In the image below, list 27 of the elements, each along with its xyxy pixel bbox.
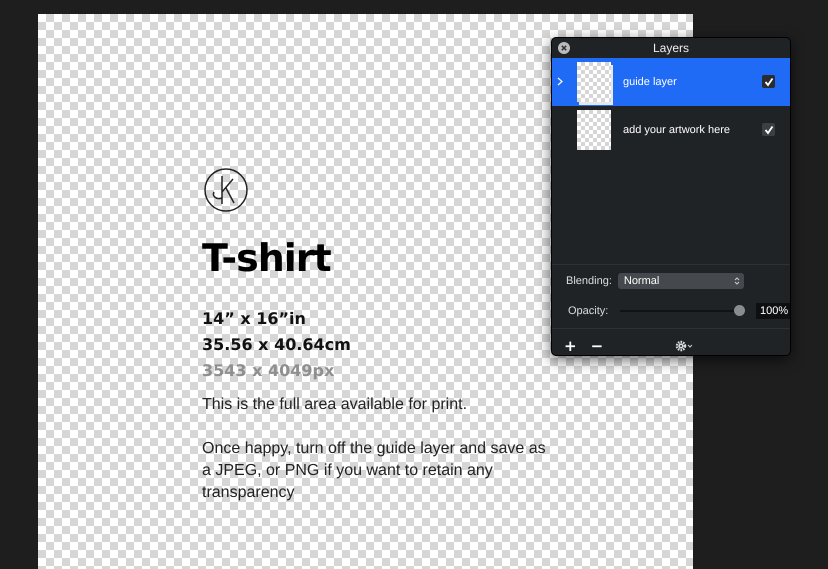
layer-name: guide layer — [623, 76, 678, 88]
blending-select[interactable]: Normal — [618, 273, 744, 289]
visibility-checkbox[interactable] — [762, 123, 775, 136]
toolbar-button[interactable]: − — [588, 337, 606, 355]
slider-thumb[interactable] — [734, 305, 745, 316]
size-text: 14” x 16”in — [202, 308, 307, 330]
opacity-label: Opacity: — [568, 305, 608, 317]
opacity-value[interactable]: 100% — [756, 303, 790, 319]
close-icon[interactable] — [558, 42, 570, 54]
layer-row[interactable]: add your artwork here — [552, 106, 790, 154]
toolbar-button[interactable]: + — [562, 337, 579, 355]
layer-row[interactable]: guide layer — [552, 58, 790, 106]
layer-thumbnail — [577, 62, 611, 102]
size-text: 35.56 x 40.64cm — [202, 334, 351, 356]
stepper-icon — [734, 276, 740, 286]
size-text: 3543 x 4049px — [202, 360, 336, 382]
panel-title: Layers — [652, 40, 690, 55]
instruction-text: Once happy, turn off the guide layer and save as a JPEG, or PNG if you want to retain any transparency — [202, 439, 547, 503]
gear-icon[interactable] — [675, 340, 696, 352]
layer-name: add your artwork here — [623, 124, 731, 136]
logo-icon — [202, 168, 250, 212]
artboard-title: T-shirt — [202, 236, 331, 280]
instruction-text: This is the full area available for print. — [202, 395, 468, 415]
blending-label: Blending: — [566, 275, 612, 287]
layer-thumbnail — [577, 110, 611, 150]
chevron-icon[interactable] — [557, 77, 563, 86]
visibility-checkbox[interactable] — [762, 75, 775, 88]
